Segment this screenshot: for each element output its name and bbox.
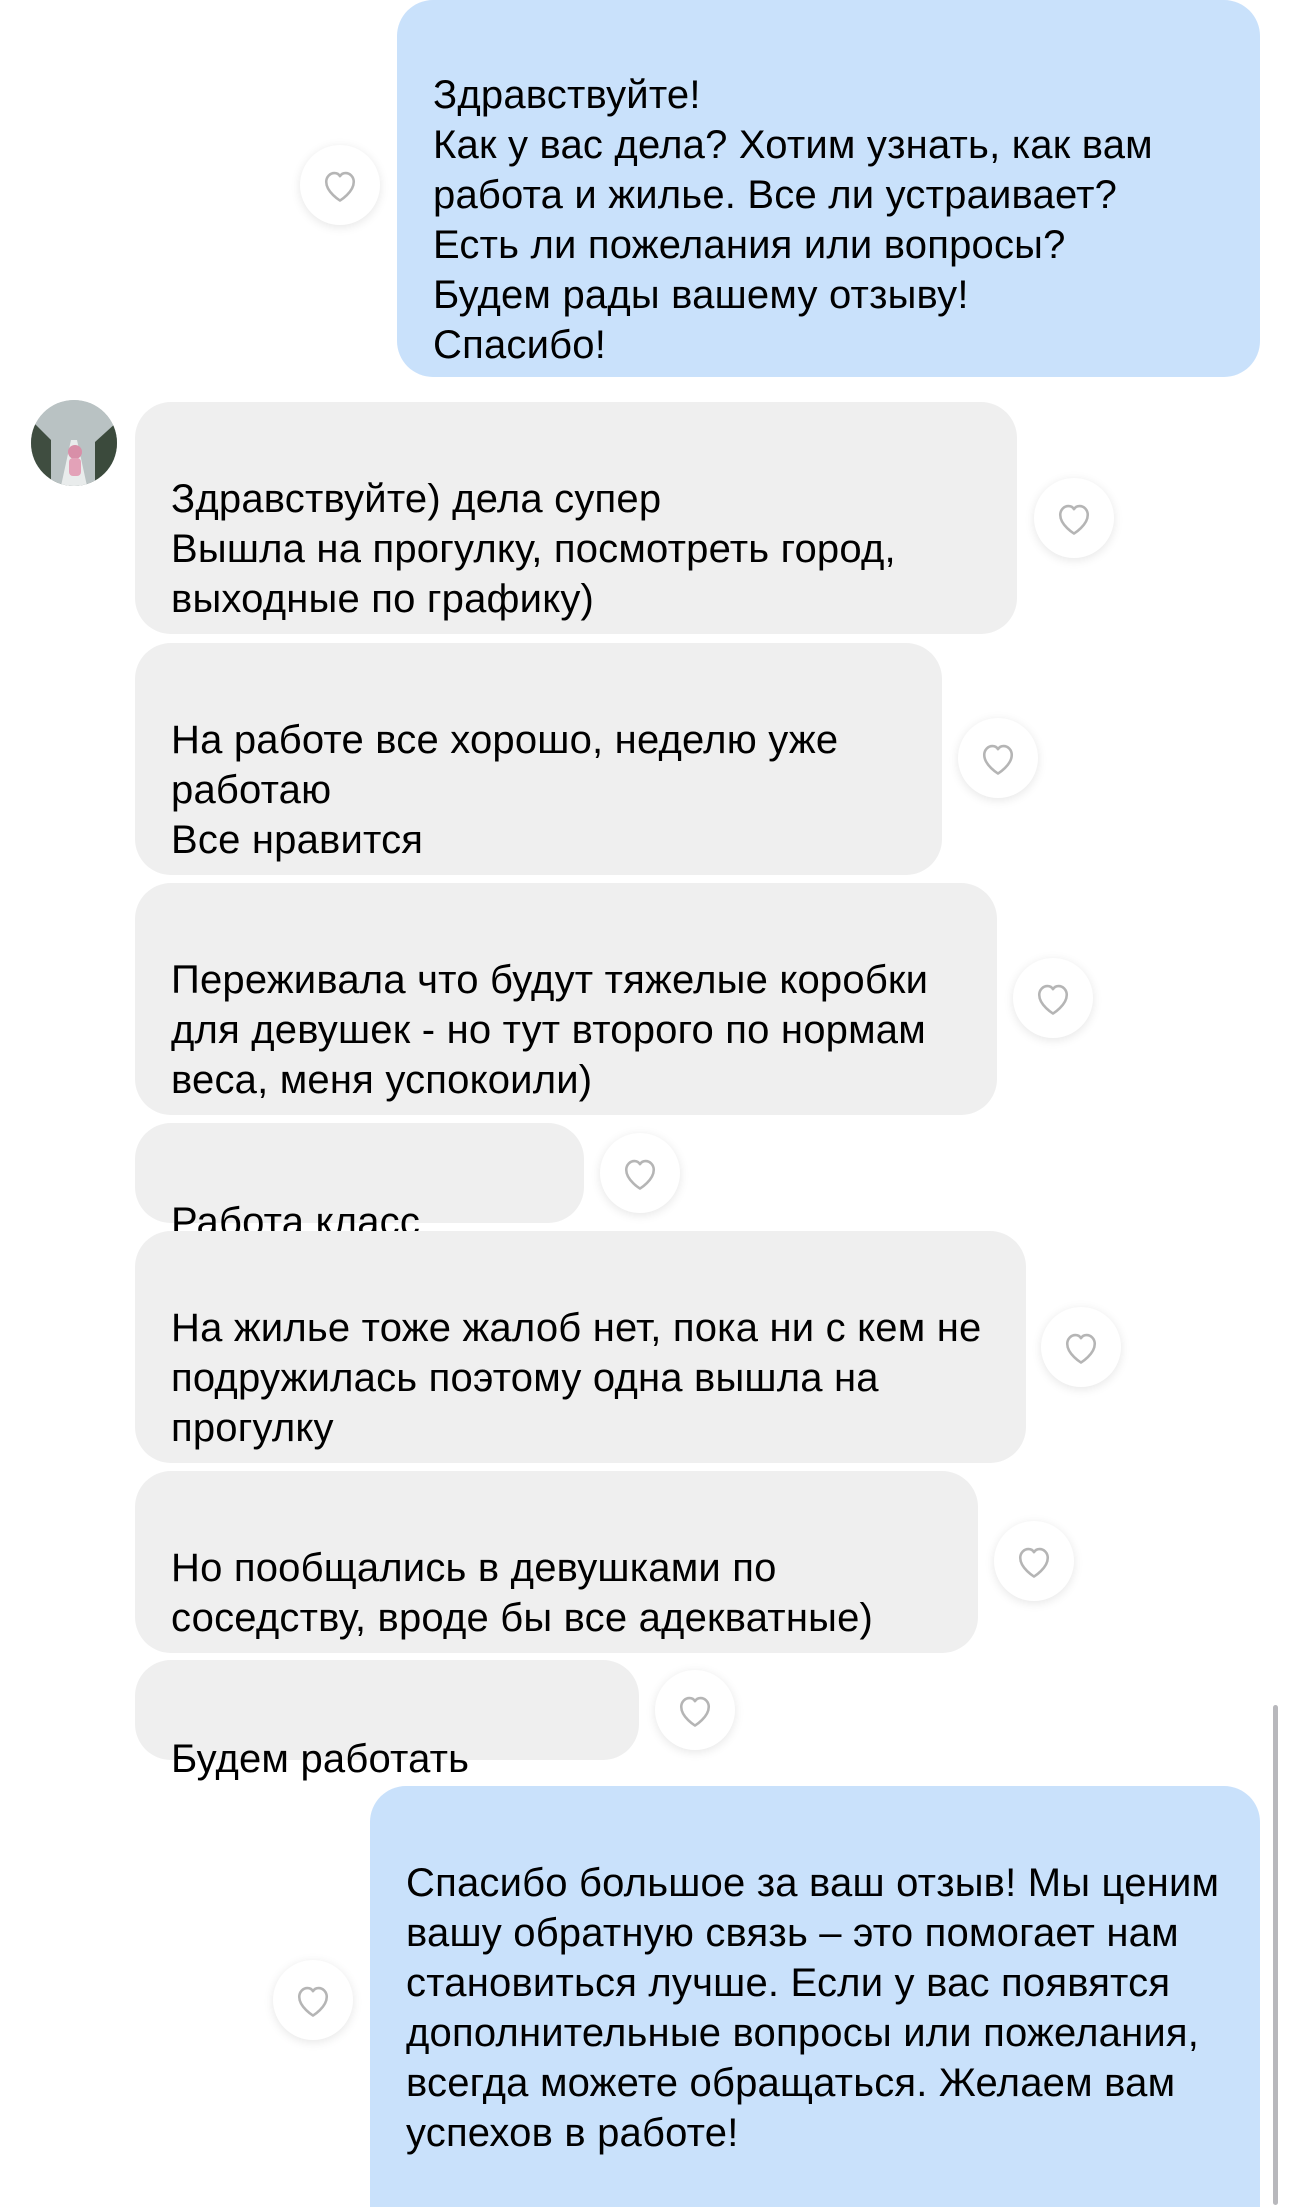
message-bubble-outgoing[interactable]: Здравствуйте! Как у вас дела? Хотим узна… bbox=[397, 0, 1260, 377]
message-bubble-incoming[interactable]: Но пообщались в девушками по соседству, … bbox=[135, 1471, 978, 1653]
like-button[interactable] bbox=[655, 1670, 735, 1750]
avatar[interactable] bbox=[31, 400, 117, 486]
heart-icon bbox=[982, 744, 1014, 775]
message-text: Здравствуйте! Как у вас дела? Хотим узна… bbox=[433, 73, 1153, 367]
heart-icon bbox=[1018, 1547, 1050, 1578]
heart-icon bbox=[1065, 1333, 1097, 1364]
like-button[interactable] bbox=[1013, 958, 1093, 1038]
message-bubble-incoming[interactable]: На жилье тоже жалоб нет, пока ни с кем н… bbox=[135, 1231, 1026, 1463]
message-text: Переживала что будут тяжелые коробки для… bbox=[171, 958, 929, 1102]
heart-icon bbox=[324, 171, 356, 202]
like-button[interactable] bbox=[1041, 1307, 1121, 1387]
message-text: На работе все хорошо, неделю уже работаю… bbox=[171, 718, 839, 862]
avatar-photo bbox=[31, 400, 117, 486]
message-text: Будем работать bbox=[171, 1737, 470, 1781]
heart-icon bbox=[679, 1696, 711, 1727]
message-text: Здравствуйте) дела супер Вышла на прогул… bbox=[171, 477, 896, 621]
like-button[interactable] bbox=[600, 1133, 680, 1213]
heart-icon bbox=[1037, 984, 1069, 1015]
message-text: Но пообщались в девушками по соседству, … bbox=[171, 1546, 874, 1640]
heart-icon bbox=[297, 1986, 329, 2017]
message-bubble-incoming[interactable]: Работа класс bbox=[135, 1123, 584, 1244]
like-button[interactable] bbox=[994, 1521, 1074, 1601]
like-button[interactable] bbox=[300, 145, 380, 225]
heart-icon bbox=[624, 1159, 656, 1190]
like-button[interactable] bbox=[958, 718, 1038, 798]
message-bubble-incoming[interactable]: Переживала что будут тяжелые коробки для… bbox=[135, 883, 997, 1115]
message-bubble-incoming[interactable]: Будем работать bbox=[135, 1660, 639, 1781]
like-button[interactable] bbox=[273, 1960, 353, 2040]
message-bubble-incoming[interactable]: На работе все хорошо, неделю уже работаю… bbox=[135, 643, 942, 875]
message-bubble-incoming[interactable]: Здравствуйте) дела супер Вышла на прогул… bbox=[135, 402, 1017, 634]
message-bubble-outgoing[interactable]: Спасибо большое за ваш отзыв! Мы ценим в… bbox=[370, 1786, 1260, 2207]
heart-icon bbox=[1058, 504, 1090, 535]
scrollbar[interactable] bbox=[1273, 1705, 1278, 2205]
like-button[interactable] bbox=[1034, 478, 1114, 558]
message-text: Спасибо большое за ваш отзыв! Мы ценим в… bbox=[406, 1861, 1220, 2155]
message-text: На жилье тоже жалоб нет, пока ни с кем н… bbox=[171, 1306, 982, 1450]
